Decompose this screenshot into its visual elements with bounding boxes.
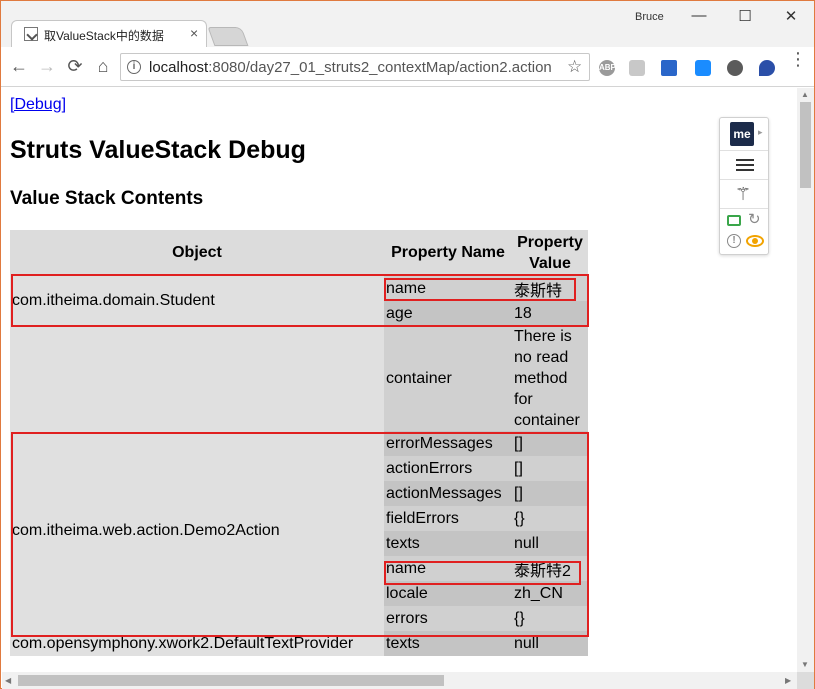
scroll-right-icon[interactable]: ▶ [785,676,791,685]
property-name: age [384,301,512,326]
page-favicon-icon [24,27,38,41]
table-header-row: Object Property Name Property Value [10,230,588,276]
eye-icon[interactable] [746,235,764,247]
property-name: fieldErrors [384,506,512,531]
bookmark-star-icon[interactable]: ☆ [567,57,582,77]
site-info-icon[interactable]: i [127,60,141,74]
magic-wand-icon[interactable]: ⚚ [735,184,751,205]
scroll-left-icon[interactable]: ◀ [5,676,11,685]
divider [720,150,768,151]
object-cell: com.itheima.domain.Student [10,276,384,326]
divider [720,208,768,209]
me-logo-icon[interactable]: me [730,122,754,146]
property-value: {} [512,506,588,531]
object-cell-empty [10,326,384,431]
extension-panel: me ▸ ⚚ ↻ ! [719,117,769,255]
url-text[interactable]: localhost:8080/day27_01_struts2_contextM… [149,59,552,76]
profile-name[interactable]: Bruce [635,11,664,23]
page-viewport: [Debug] Struts ValueStack Debug Value St… [2,88,797,672]
divider [720,179,768,180]
property-name: texts [384,531,512,556]
alert-icon[interactable]: ! [727,234,741,248]
back-icon[interactable]: ← [9,56,29,76]
blue-arrow-icon[interactable] [695,60,711,76]
property-value: zh_CN [512,581,588,606]
property-value: null [512,531,588,556]
evernote-icon[interactable] [727,60,743,76]
maximize-icon[interactable]: ☐ [735,7,755,25]
property-value: There is no read method for container [512,326,588,431]
cap-icon[interactable] [661,60,677,76]
property-value: [] [512,456,588,481]
table-row: com.opensymphony.xwork2.DefaultTextProvi… [10,631,588,656]
vpn-icon[interactable] [759,60,775,76]
table-row: com.itheima.domain.Student name 泰斯特 [10,276,588,326]
scroll-down-icon[interactable]: ▼ [801,660,809,669]
property-name: texts [384,631,512,656]
property-name: name [384,276,512,301]
horizontal-scroll-thumb[interactable] [18,675,444,686]
horizontal-scrollbar[interactable]: ◀ ▶ [2,672,797,689]
property-value: 泰斯特 [512,276,588,301]
tab-title: 取ValueStack中的数据 [44,29,164,43]
section-title: Value Stack Contents [10,188,204,209]
page-title: Struts ValueStack Debug [10,136,306,164]
reload-icon[interactable]: ⟳ [65,56,85,76]
address-bar[interactable]: i localhost:8080/day27_01_struts2_contex… [120,53,590,81]
vertical-scrollbar[interactable]: ▲ ▼ [797,88,814,672]
value-stack-table: Object Property Name Property Value com.i… [10,230,588,656]
hamburger-menu-icon[interactable] [736,159,754,171]
forward-icon[interactable]: → [37,56,57,76]
property-name: errors [384,606,512,631]
expand-arrow-icon[interactable]: ▸ [758,127,763,138]
table-row: container There is no read method for contai… [10,326,588,431]
property-value: null [512,631,588,656]
header-object: Object [10,230,384,276]
property-value: 18 [512,301,588,326]
browser-tab[interactable]: 取ValueStack中的数据 × [11,20,207,47]
property-name: locale [384,581,512,606]
abp-icon[interactable]: ABP [599,60,616,76]
header-property-name: Property Name [384,230,512,276]
table-row: com.itheima.web.action.Demo2Action error… [10,431,588,631]
object-cell: com.opensymphony.xwork2.DefaultTextProvi… [10,631,384,656]
vertical-scroll-thumb[interactable] [800,102,811,188]
tab-close-icon[interactable]: × [190,25,198,41]
property-name: errorMessages [384,431,512,456]
scrollbar-corner [797,672,814,689]
minimize-icon[interactable]: — [689,7,709,24]
property-name: container [384,326,512,431]
home-icon[interactable]: ⌂ [93,56,113,76]
property-name: name [384,556,512,581]
header-property-value: Property Value [512,230,588,276]
new-tab-button[interactable] [207,27,249,46]
property-name: actionErrors [384,456,512,481]
close-icon[interactable]: ✕ [781,7,801,25]
property-value: {} [512,606,588,631]
property-value: [] [512,481,588,506]
grid-icon[interactable] [629,60,645,76]
debug-link[interactable]: [Debug] [10,96,66,114]
object-cell: com.itheima.web.action.Demo2Action [10,431,384,631]
browser-toolbar: ← → ⟳ ⌂ i localhost:8080/day27_01_struts… [1,47,814,87]
property-value: [] [512,431,588,456]
cast-icon[interactable] [727,215,741,226]
refresh-icon[interactable]: ↻ [748,210,761,228]
browser-window: 取ValueStack中的数据 × Bruce — ☐ ✕ ← → ⟳ ⌂ i … [0,0,815,689]
property-name: actionMessages [384,481,512,506]
menu-icon[interactable]: ⋮ [789,50,807,68]
property-value: 泰斯特2 [512,556,588,581]
scroll-up-icon[interactable]: ▲ [801,90,809,99]
title-bar: 取ValueStack中的数据 × Bruce — ☐ ✕ [1,1,814,47]
